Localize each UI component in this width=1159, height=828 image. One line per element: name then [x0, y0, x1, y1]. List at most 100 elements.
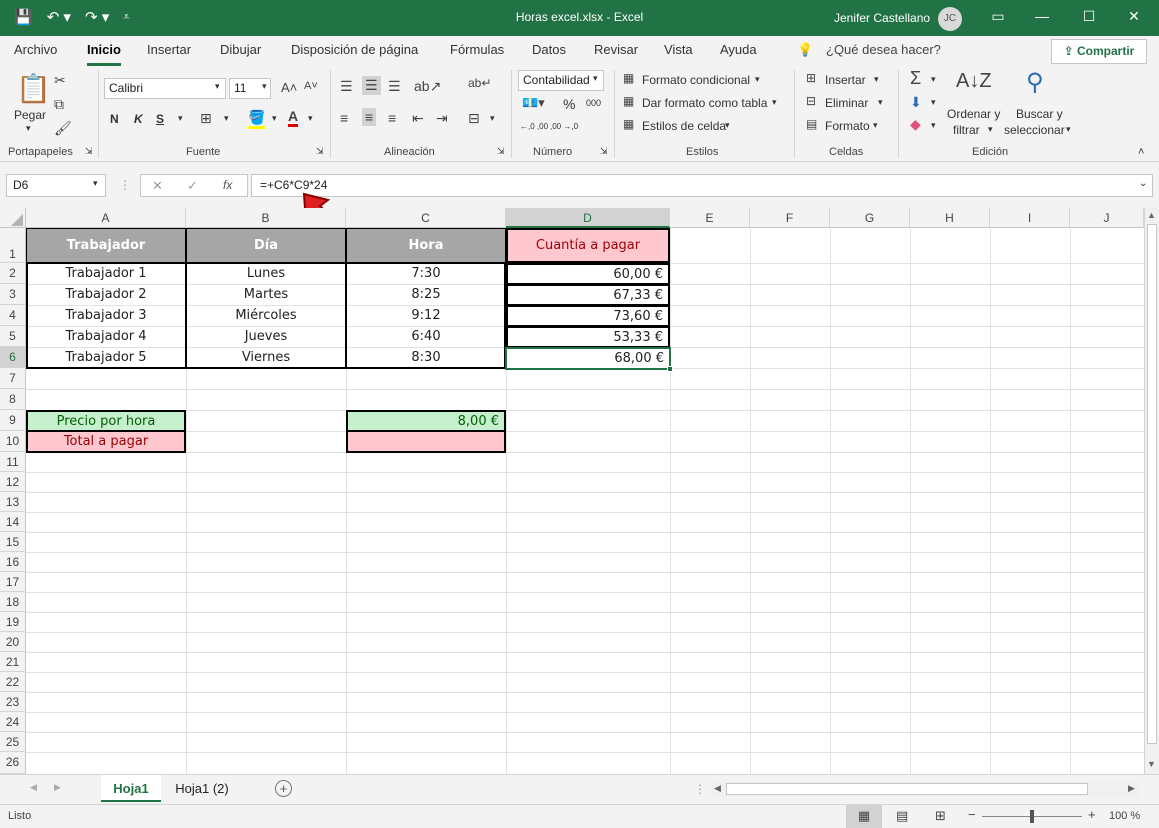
vertical-scrollbar[interactable]: ▲ ▼ — [1144, 208, 1159, 774]
chevron-down-icon[interactable]: ▾ — [931, 97, 936, 108]
chevron-down-icon[interactable]: ▾ — [308, 113, 313, 124]
row-header-9[interactable]: 9 — [0, 410, 26, 431]
cell-b5[interactable]: Jueves — [186, 326, 346, 347]
scroll-thumb[interactable] — [726, 783, 1088, 795]
column-header-h[interactable]: H — [910, 208, 990, 228]
align-right-icon[interactable]: ≡ — [388, 110, 396, 126]
row-header-1[interactable]: 1 — [0, 228, 26, 263]
cell-c10[interactable] — [346, 430, 506, 453]
cell-d4[interactable]: 73,60 € — [506, 305, 670, 327]
chevron-down-icon[interactable]: ▾ — [224, 113, 229, 124]
borders-icon[interactable]: ⊞ — [200, 110, 212, 127]
zoom-slider[interactable] — [982, 810, 1082, 823]
launcher-icon[interactable]: ⇲ — [497, 146, 505, 157]
paste-label[interactable]: Pegar — [14, 108, 46, 122]
format-cells-button[interactable]: Formato — [825, 119, 870, 133]
cell-d1[interactable]: Cuantía a pagar — [506, 228, 670, 263]
align-bottom-icon[interactable]: ☰ — [388, 78, 401, 95]
column-header-d[interactable]: D — [506, 208, 670, 228]
row-header-6[interactable]: 6 — [0, 347, 26, 368]
row-header-8[interactable]: 8 — [0, 389, 26, 410]
tab-ayuda[interactable]: Ayuda — [720, 42, 757, 57]
cell-b1[interactable]: Día — [185, 228, 347, 263]
name-box[interactable]: D6 — [6, 174, 106, 197]
row-header-19[interactable]: 19 — [0, 612, 26, 632]
zoom-out-icon[interactable]: − — [968, 807, 976, 822]
percent-button[interactable]: % — [563, 96, 575, 112]
collapse-ribbon-icon[interactable]: ˄ — [1138, 146, 1144, 158]
column-header-i[interactable]: I — [990, 208, 1070, 228]
row-header-15[interactable]: 15 — [0, 532, 26, 552]
decrease-indent-icon[interactable]: ⇤ — [412, 110, 424, 127]
delete-cells-button[interactable]: Eliminar — [825, 96, 868, 110]
row-header-25[interactable]: 25 — [0, 732, 26, 752]
chevron-down-icon[interactable]: ▾ — [878, 97, 883, 108]
tab-disposicion[interactable]: Disposición de página — [291, 42, 418, 57]
format-painter-icon[interactable]: 🖌 — [54, 120, 72, 137]
increase-decimal-button[interactable]: ←,0 ,00 — [520, 122, 548, 131]
copy-icon[interactable]: ⧉ — [54, 96, 64, 113]
cell-d6-selected[interactable]: 68,00 € — [505, 347, 671, 370]
tab-datos[interactable]: Datos — [532, 42, 566, 57]
chevron-down-icon[interactable]: ▾ — [178, 113, 183, 124]
chevron-down-icon[interactable]: ▾ — [490, 113, 495, 124]
chevron-down-icon[interactable]: ▾ — [215, 81, 220, 92]
insert-function-icon[interactable]: fx — [223, 178, 232, 192]
paste-icon[interactable]: 📋 — [16, 72, 51, 105]
table-format-button[interactable]: Dar formato como tabla — [642, 96, 767, 110]
cell-c1[interactable]: Hora — [346, 228, 506, 263]
zoom-slider-thumb[interactable] — [1030, 810, 1034, 823]
horizontal-scrollbar[interactable]: ◀ ▶ — [712, 782, 1140, 797]
autosum-icon[interactable]: Σ — [910, 68, 921, 89]
cancel-icon[interactable]: ✕ — [152, 178, 163, 194]
row-header-26[interactable]: 26 — [0, 752, 26, 774]
sheet-next-icon[interactable]: ▶ — [54, 782, 61, 793]
row-header-3[interactable]: 3 — [0, 284, 26, 305]
avatar[interactable]: JC — [938, 7, 962, 31]
user-name[interactable]: Jenifer Castellano — [834, 11, 930, 25]
column-header-g[interactable]: G — [830, 208, 910, 228]
row-header-21[interactable]: 21 — [0, 652, 26, 672]
align-center-icon[interactable]: ≡ — [362, 108, 377, 126]
row-header-24[interactable]: 24 — [0, 712, 26, 732]
cell-c5[interactable]: 6:40 — [346, 326, 506, 347]
page-layout-icon[interactable]: ▤ — [896, 808, 908, 824]
close-icon[interactable]: ✕ — [1124, 8, 1144, 25]
column-header-a[interactable]: A — [26, 208, 186, 228]
number-format-select[interactable]: Contabilidad — [518, 70, 604, 91]
share-button[interactable]: ⇪ Compartir — [1051, 39, 1147, 64]
conditional-format-button[interactable]: Formato condicional — [642, 73, 750, 87]
tab-formulas[interactable]: Fórmulas — [450, 42, 504, 57]
cell-d2[interactable]: 60,00 € — [506, 263, 670, 285]
insert-cells-button[interactable]: Insertar — [825, 73, 866, 87]
row-header-13[interactable]: 13 — [0, 492, 26, 512]
chevron-down-icon[interactable]: ▾ — [988, 124, 993, 135]
zoom-level[interactable]: 100 % — [1109, 810, 1140, 822]
sheet-prev-icon[interactable]: ◀ — [30, 782, 37, 793]
increase-indent-icon[interactable]: ⇥ — [436, 110, 448, 127]
scroll-up-icon[interactable]: ▲ — [1147, 210, 1156, 220]
row-header-11[interactable]: 11 — [0, 452, 26, 472]
tell-me-search[interactable]: ¿Qué desea hacer? — [826, 42, 941, 57]
font-color-icon[interactable]: A — [288, 108, 299, 127]
accounting-format-icon[interactable]: 💶▾ — [522, 95, 545, 111]
decrease-font-icon[interactable]: A˅ — [304, 80, 318, 92]
cell-c6[interactable]: 8:30 — [346, 347, 506, 368]
chevron-down-icon[interactable]: ▾ — [931, 120, 936, 131]
add-sheet-icon[interactable]: + — [275, 780, 292, 797]
row-header-18[interactable]: 18 — [0, 592, 26, 612]
normal-view-icon[interactable]: ▦ — [846, 805, 882, 828]
row-header-4[interactable]: 4 — [0, 305, 26, 326]
cell-d3[interactable]: 67,33 € — [506, 284, 670, 306]
scroll-down-icon[interactable]: ▼ — [1147, 759, 1156, 769]
find-select-label[interactable]: Buscar y — [1016, 107, 1063, 121]
chevron-down-icon[interactable]: ▾ — [725, 120, 730, 131]
italic-button[interactable]: K — [134, 112, 143, 126]
cell-a10[interactable]: Total a pagar — [26, 430, 186, 453]
tab-inicio[interactable]: Inicio — [87, 42, 121, 66]
align-top-icon[interactable]: ☰ — [340, 78, 353, 95]
tab-insertar[interactable]: Insertar — [147, 42, 191, 57]
row-header-16[interactable]: 16 — [0, 552, 26, 572]
cell-a6[interactable]: Trabajador 5 — [26, 347, 186, 368]
cell-c3[interactable]: 8:25 — [346, 284, 506, 305]
